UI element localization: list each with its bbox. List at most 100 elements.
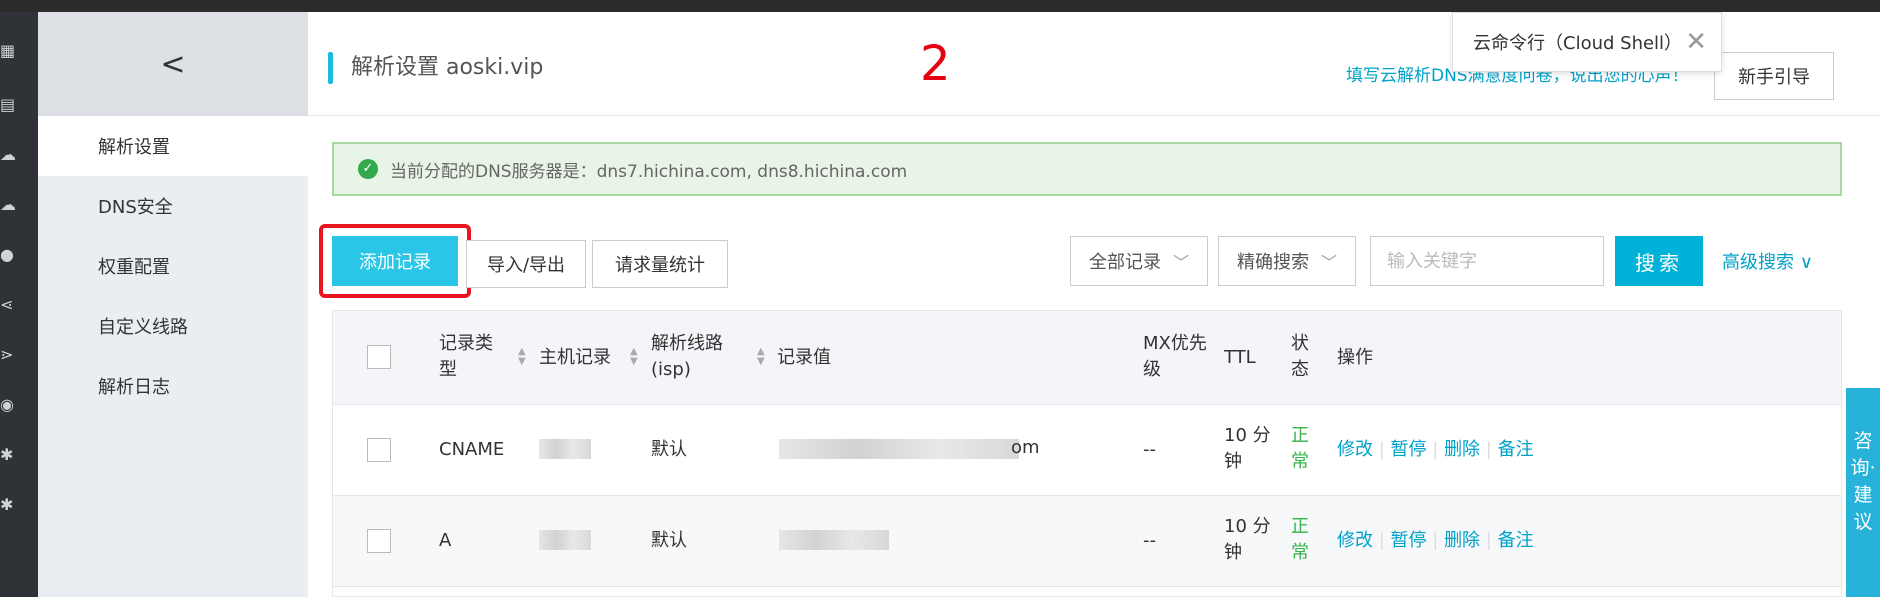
request-stats-button[interactable]: 请求量统计 — [592, 240, 728, 288]
row-checkbox[interactable] — [367, 438, 391, 462]
chevron-down-icon: ∨ — [1799, 252, 1813, 273]
add-record-button[interactable]: 添加记录 — [332, 236, 458, 286]
chevron-left-icon: < — [160, 46, 186, 82]
divider: | — [1432, 439, 1445, 460]
globe-icon[interactable]: ◉ — [0, 396, 16, 414]
delete-link[interactable]: 删除 — [1444, 530, 1480, 551]
step-annotation: 2 — [920, 36, 951, 92]
search-mode-value: 精确搜索 — [1237, 252, 1309, 273]
subnav-item-label: 解析日志 — [98, 377, 170, 398]
remark-link[interactable]: 备注 — [1498, 530, 1534, 551]
edit-link[interactable]: 修改 — [1337, 530, 1373, 551]
row-checkbox[interactable] — [367, 529, 391, 553]
chevron-down-icon: ﹀ — [1172, 253, 1189, 272]
column-line[interactable]: 解析线路(isp) — [651, 331, 747, 383]
divider: | — [1485, 439, 1498, 460]
delete-link[interactable]: 删除 — [1444, 439, 1480, 460]
column-actions: 操作 — [1337, 347, 1373, 368]
divider: | — [1378, 530, 1391, 551]
toolbar: 添加记录 导入/导出 请求量统计 全部记录 ﹀ 精确搜索 ﹀ 搜索 高级搜索 ∨ — [308, 222, 1880, 302]
record-filter-value: 全部记录 — [1089, 252, 1161, 273]
blurred-value — [779, 530, 889, 550]
cloud-shell-label[interactable]: 云命令行（Cloud Shell） — [1473, 29, 1682, 55]
page-title: 解析设置 aoski.vip — [351, 55, 544, 80]
subnav-item-weight-config[interactable]: 权重配置 — [38, 236, 308, 296]
record-line: 默认 — [651, 439, 687, 460]
cloud-icon[interactable]: ☁ — [0, 146, 16, 164]
divider: | — [1432, 530, 1445, 551]
main-content: 解析设置 aoski.vip 2 填写云解析DNS满意度问卷，说出您的心声！ 新… — [308, 12, 1880, 597]
gear-icon[interactable]: ✱ — [0, 446, 16, 464]
remark-link[interactable]: 备注 — [1498, 439, 1534, 460]
sort-icon[interactable]: ▲ ▼ — [518, 347, 526, 367]
subnav-item-dns-security[interactable]: DNS安全 — [38, 176, 308, 236]
record-type: A — [439, 530, 452, 551]
record-ttl: 10 分钟 — [1224, 425, 1271, 472]
close-icon[interactable]: ✕ — [1685, 27, 1707, 57]
search-mode-select[interactable]: 精确搜索 ﹀ — [1218, 236, 1356, 286]
import-export-button[interactable]: 导入/导出 — [466, 240, 586, 288]
notice-text: 当前分配的DNS服务器是：dns7.hichina.com, dns8.hich… — [390, 161, 908, 182]
blurred-value — [779, 439, 1019, 459]
record-ttl: 10 分钟 — [1224, 516, 1271, 563]
collapse-button[interactable]: < — [38, 12, 308, 116]
subnav-item-dns-settings[interactable]: 解析设置 — [38, 116, 308, 176]
divider: | — [1485, 530, 1498, 551]
blurred-host — [539, 530, 591, 550]
records-table: 记录类型 ▲ ▼ 主机记录 ▲ ▼ 解析线路(isp) ▲ ▼ 记录值 MX优先级 T… — [332, 310, 1842, 597]
column-value: 记录值 — [777, 347, 831, 368]
column-status: 状态 — [1291, 333, 1309, 380]
feedback-label: 咨询·建议 — [1850, 430, 1876, 533]
pause-link[interactable]: 暂停 — [1391, 439, 1427, 460]
table-row: CNAME 默认 om -- 10 分钟 正常 修改 | 暂停 | 删除 | 备… — [333, 405, 1841, 496]
record-status: 正常 — [1291, 516, 1309, 563]
blurred-host — [539, 439, 591, 459]
top-bar — [0, 0, 1880, 12]
column-ttl: TTL — [1224, 347, 1256, 368]
network-icon[interactable]: ⋗ — [0, 346, 16, 364]
grid-icon[interactable]: ▦ — [0, 42, 16, 60]
record-line: 默认 — [651, 530, 687, 551]
settings-icon[interactable]: ✱ — [0, 496, 16, 514]
row-actions: 修改 | 暂停 | 删除 | 备注 — [1337, 528, 1534, 554]
subnav-item-label: 权重配置 — [98, 257, 170, 278]
column-type[interactable]: 记录类型 — [439, 331, 505, 383]
table-header: 记录类型 ▲ ▼ 主机记录 ▲ ▼ 解析线路(isp) ▲ ▼ 记录值 MX优先级 T… — [333, 311, 1841, 405]
select-all-checkbox[interactable] — [367, 345, 391, 369]
edit-link[interactable]: 修改 — [1337, 439, 1373, 460]
icon-sidebar: ▦ ▤ ☁ ☁ ● ⋖ ⋗ ◉ ✱ ✱ — [0, 12, 38, 597]
advanced-search-label: 高级搜索 — [1722, 252, 1794, 273]
title-accent-bar — [328, 52, 333, 84]
guide-button[interactable]: 新手引导 — [1714, 52, 1834, 100]
sort-icon[interactable]: ▲ ▼ — [630, 347, 638, 367]
chevron-down-icon: ﹀ — [1320, 253, 1337, 272]
subnav-item-dns-log[interactable]: 解析日志 — [38, 356, 308, 416]
column-host[interactable]: 主机记录 — [539, 345, 611, 371]
subnav-item-custom-line[interactable]: 自定义线路 — [38, 296, 308, 356]
list-icon[interactable]: ▤ — [0, 96, 16, 114]
check-circle-icon: ✓ — [358, 159, 378, 179]
divider: | — [1378, 439, 1391, 460]
advanced-search-link[interactable]: 高级搜索 ∨ — [1722, 248, 1813, 274]
share-icon[interactable]: ⋖ — [0, 296, 16, 314]
record-status: 正常 — [1291, 425, 1309, 472]
record-filter-select[interactable]: 全部记录 ﹀ — [1070, 236, 1208, 286]
subnav-item-label: DNS安全 — [98, 197, 173, 218]
circle-icon[interactable]: ● — [0, 246, 16, 264]
row-actions: 修改 | 暂停 | 删除 | 备注 — [1337, 437, 1534, 463]
search-input[interactable] — [1370, 236, 1604, 286]
feedback-button[interactable]: 咨询·建议 — [1846, 388, 1880, 597]
column-mx: MX优先级 — [1143, 333, 1207, 380]
cloud-settings-icon[interactable]: ☁ — [0, 196, 16, 214]
table-row: A 默认 -- 10 分钟 正常 修改 | 暂停 | 删除 | 备注 — [333, 496, 1841, 587]
subnav-item-label: 自定义线路 — [98, 317, 188, 338]
record-mx: -- — [1143, 530, 1156, 551]
record-value-suffix: om — [1011, 437, 1040, 458]
record-type: CNAME — [439, 439, 505, 460]
pause-link[interactable]: 暂停 — [1391, 530, 1427, 551]
subnav-item-label: 解析设置 — [98, 137, 170, 158]
sub-navigation: < 解析设置 DNS安全 权重配置 自定义线路 解析日志 — [38, 12, 308, 597]
sort-icon[interactable]: ▲ ▼ — [757, 347, 765, 367]
search-button[interactable]: 搜索 — [1615, 236, 1703, 286]
record-mx: -- — [1143, 439, 1156, 460]
